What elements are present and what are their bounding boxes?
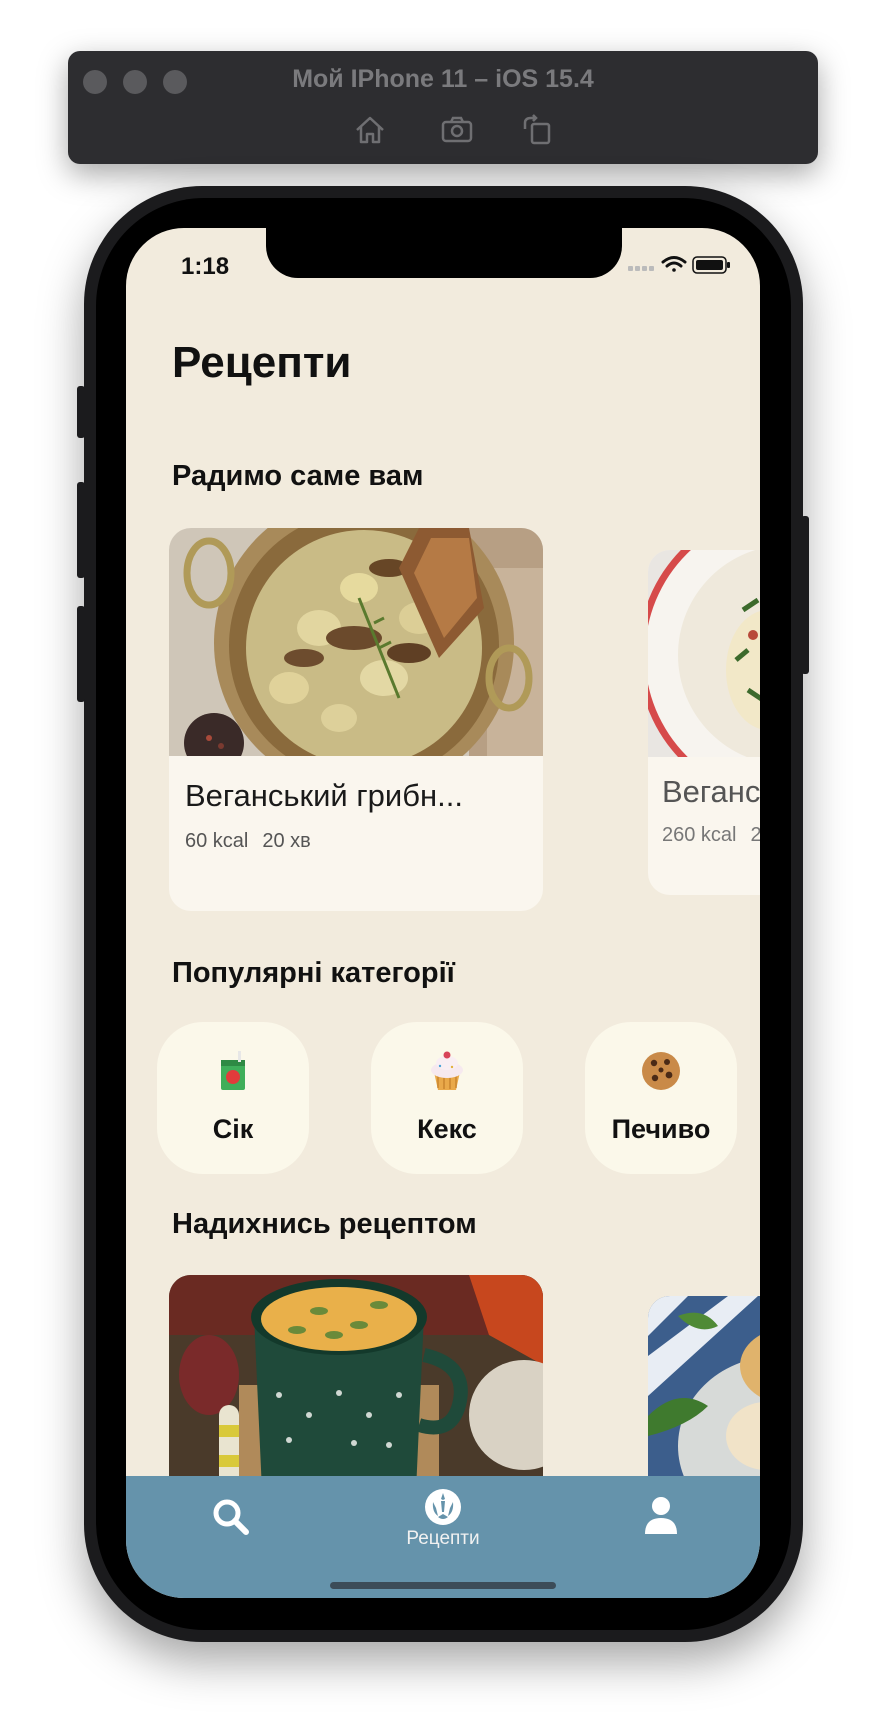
battery-icon [692,256,730,274]
tab-recipes[interactable]: Рецепти [388,1488,498,1588]
search-icon [213,1499,249,1535]
app-screen: 1:18 Рецепти Радимо саме вам Веганський … [126,228,760,1598]
category-cookie[interactable]: Печиво [585,1022,737,1174]
notch [266,228,622,278]
profile-icon [645,1497,677,1534]
cupcake-icon [431,1051,463,1090]
recipe-time: 20 хв [262,830,311,852]
category-cupcake[interactable]: Кекс [371,1022,523,1174]
recipe-kcal: 260 kcal [662,824,737,846]
recipe-card[interactable]: Веганс 260 kcal 2 [648,550,760,895]
home-icon[interactable] [353,113,387,147]
status-icons [628,256,730,274]
recipe-photo-vegan-dish [648,550,760,757]
category-label: Кекс [417,1114,477,1144]
rebel-icon [425,1489,461,1525]
screenshot-icon[interactable] [440,113,474,147]
volume-up-button [77,482,85,578]
recipe-time: 2 [750,824,761,846]
section-title-categories: Популярні категорії [172,957,455,989]
tab-label: Рецепти [406,1528,480,1549]
category-label: Сік [212,1114,254,1144]
rotate-icon[interactable] [520,113,554,147]
recipe-kcal: 60 kcal [185,830,249,852]
status-time: 1:18 [181,253,230,280]
wifi-icon [661,256,687,272]
recipe-meta: 60 kcal 20 хв [185,830,325,853]
tab-search[interactable] [196,1498,266,1598]
category-label: Печиво [611,1114,711,1144]
juice-box-icon [221,1051,245,1090]
home-indicator [330,1582,556,1589]
simulator-title: Мой IPhone 11 – iOS 15.4 [292,65,594,93]
recipe-title: Веганс [662,774,760,809]
volume-down-button [77,606,85,702]
section-title-recommended: Радимо саме вам [172,460,424,492]
recipe-meta: 260 kcal 2 [662,824,760,847]
recipe-photo-mushroom-gnocchi [169,528,543,756]
section-title-inspire: Надихнись рецептом [172,1208,477,1240]
recipe-card[interactable]: Веганський грибн... 60 kcal 20 хв [169,528,543,911]
silent-switch [77,386,85,438]
cookie-icon [642,1052,680,1090]
simulator-title-bar: Мой IPhone 11 – iOS 15.4 [68,51,818,164]
tab-profile[interactable] [626,1496,696,1596]
power-button [801,516,809,674]
page-title: Рецепти [172,338,352,387]
tab-bar: Рецепти [126,1476,760,1598]
category-juice[interactable]: Сік [157,1022,309,1174]
recipe-title: Веганський грибн... [185,778,463,813]
signal-icon [628,266,654,271]
